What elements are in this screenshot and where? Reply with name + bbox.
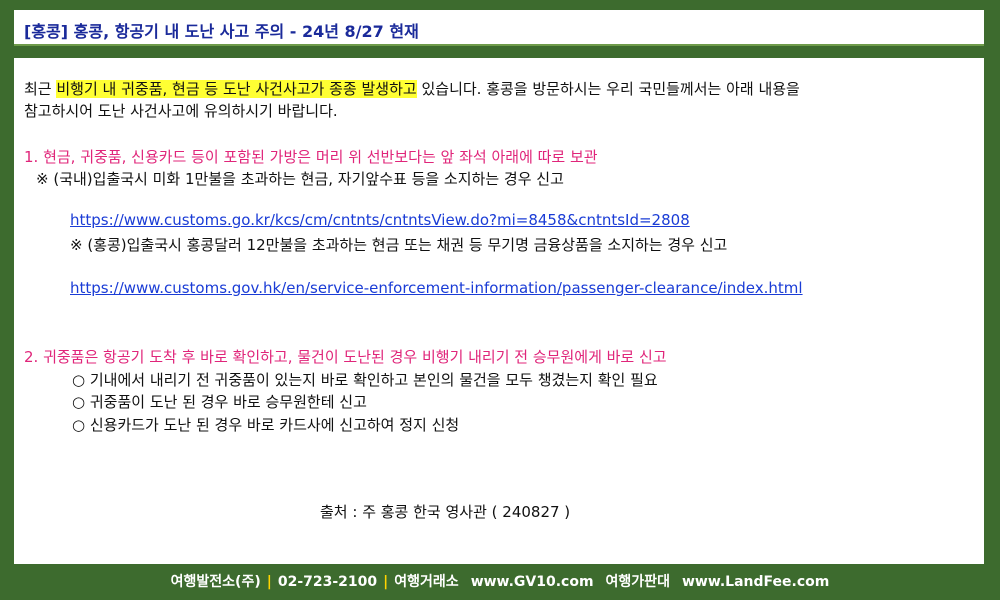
notice-content: 최근 비행기 내 귀중품, 현금 등 도난 사건사고가 종종 발생하고 있습니다… <box>14 58 984 564</box>
footer-label-stand: 여행가판대 <box>605 574 670 590</box>
intro-highlight: 비행기 내 귀중품, 현금 등 도난 사건사고가 종종 발생하고 <box>56 80 417 98</box>
title-bar: [홍콩] 홍콩, 항공기 내 도난 사고 주의 - 24년 8/27 현재 <box>14 10 984 46</box>
footer-site-gv10-link[interactable]: www.GV10.com <box>471 574 594 590</box>
intro-suffix: 있습니다. 홍콩을 방문하시는 우리 국민들께서는 아래 내용을 <box>416 80 800 98</box>
footer-site-landfee-link[interactable]: www.LandFee.com <box>682 574 829 590</box>
footer-separator: | <box>383 574 389 590</box>
page-title: [홍콩] 홍콩, 항공기 내 도난 사고 주의 - 24년 8/27 현재 <box>24 22 419 41</box>
list-item: ○ 귀중품이 도난 된 경우 바로 승무원한테 신고 <box>72 393 367 411</box>
section1-note-hongkong: ※ (홍콩)입출국시 홍콩달러 12만불을 초과하는 현금 또는 채권 등 무기… <box>70 236 728 254</box>
footer-company: 여행발전소(주) <box>170 574 261 590</box>
list-item: ○ 신용카드가 도난 된 경우 바로 카드사에 신고하여 정지 신청 <box>72 416 460 434</box>
section1-heading: 1. 현금, 귀중품, 신용카드 등이 포함된 가방은 머리 위 선반보다는 앞… <box>24 148 598 166</box>
list-item: ○ 기내에서 내리기 전 귀중품이 있는지 바로 확인하고 본인의 물건을 모두… <box>72 371 658 389</box>
customs-korea-link[interactable]: https://www.customs.go.kr/kcs/cm/cntnts/… <box>70 211 690 229</box>
section1-note-domestic: ※ (국내)입출국시 미화 1만불을 초과하는 현금, 자기앞수표 등을 소지하… <box>36 170 564 188</box>
source-credit: 출처 : 주 홍콩 한국 영사관 ( 240827 ) <box>320 503 571 521</box>
footer-bar: 여행발전소(주) | 02-723-2100 | 여행거래소 www.GV10.com 여행… <box>0 567 1000 600</box>
intro-line-2: 참고하시어 도난 사건사고에 유의하시기 바랍니다. <box>24 102 338 120</box>
customs-hongkong-link[interactable]: https://www.customs.gov.hk/en/service-en… <box>70 279 803 297</box>
footer-phone: 02-723-2100 <box>277 574 378 590</box>
footer-label-exchange: 여행거래소 <box>394 574 459 590</box>
footer-separator: | <box>266 574 272 590</box>
intro-prefix: 최근 <box>24 80 57 98</box>
section2-heading: 2. 귀중품은 항공기 도착 후 바로 확인하고, 물건이 도난된 경우 비행기… <box>24 348 667 366</box>
intro-line-1: 최근 비행기 내 귀중품, 현금 등 도난 사건사고가 종종 발생하고 있습니다… <box>24 78 800 99</box>
